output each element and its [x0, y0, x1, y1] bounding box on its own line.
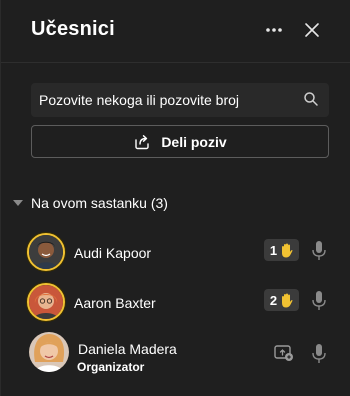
- avatar: [27, 233, 65, 271]
- microphone-icon[interactable]: [310, 240, 328, 262]
- avatar: [27, 283, 65, 321]
- share-invite-button[interactable]: Deli poziv: [31, 125, 329, 158]
- raised-hand-badge: 1: [264, 239, 299, 261]
- panel-header: Učesnici: [1, 0, 350, 63]
- chevron-down-icon: [13, 200, 23, 206]
- participant-name: Audi Kapoor: [74, 245, 152, 261]
- search-icon[interactable]: [303, 91, 319, 107]
- section-in-meeting[interactable]: Na ovom sastanku (3): [13, 195, 168, 211]
- section-label: Na ovom sastanku (3): [31, 195, 168, 211]
- more-icon: [266, 28, 282, 32]
- more-options-button[interactable]: [260, 16, 288, 44]
- participant-name: Aaron Baxter: [74, 295, 156, 311]
- participants-panel: Učesnici Deli poziv: [0, 0, 350, 396]
- close-icon: [305, 23, 319, 37]
- raised-hand-icon: [282, 293, 293, 307]
- share-icon: [135, 134, 150, 149]
- participant-row[interactable]: Daniela Madera Organizator: [1, 330, 350, 376]
- participant-row[interactable]: Aaron Baxter 2: [1, 279, 350, 325]
- share-label: Deli poziv: [161, 133, 227, 150]
- raised-hand-badge: 2: [264, 289, 299, 311]
- present-icon: [274, 345, 293, 361]
- participant-role: Organizator: [77, 360, 145, 374]
- avatar: [29, 332, 69, 372]
- microphone-icon[interactable]: [310, 290, 328, 312]
- hand-order: 1: [269, 242, 278, 258]
- close-button[interactable]: [298, 16, 326, 44]
- raised-hand-icon: [282, 243, 293, 257]
- participant-name: Daniela Madera: [78, 341, 177, 357]
- participant-row[interactable]: Audi Kapoor 1: [1, 229, 350, 275]
- search-box: [31, 83, 329, 117]
- search-input[interactable]: [31, 83, 291, 117]
- hand-order: 2: [269, 292, 278, 308]
- page-title: Učesnici: [31, 18, 115, 40]
- microphone-icon[interactable]: [310, 343, 328, 365]
